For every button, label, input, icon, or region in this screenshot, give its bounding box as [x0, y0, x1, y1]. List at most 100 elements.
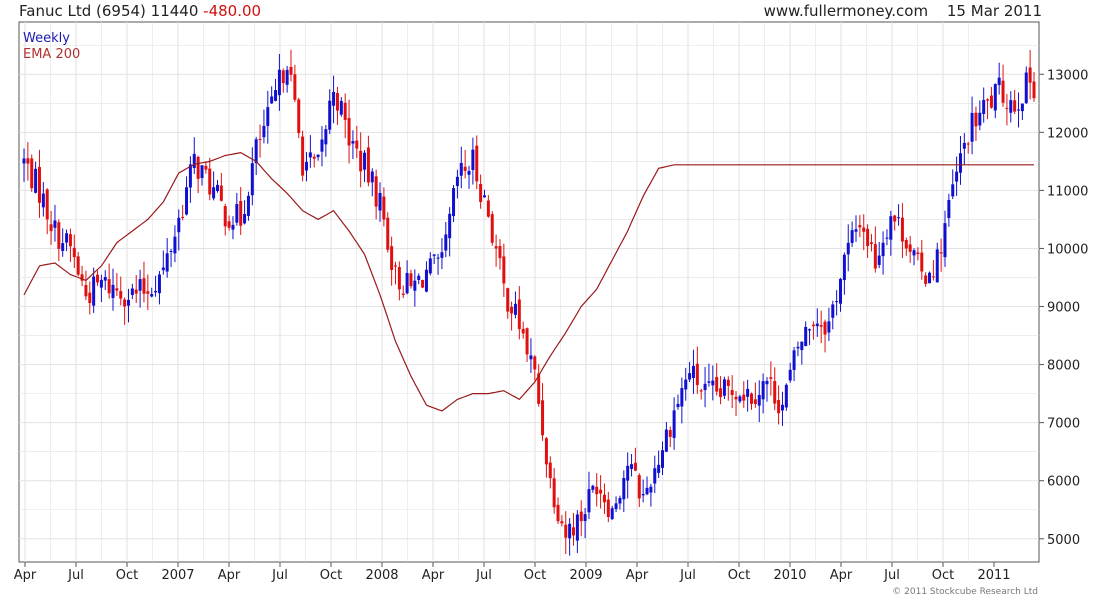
- candle-body: [560, 521, 564, 524]
- x-tick-label: Apr: [626, 568, 649, 583]
- candle-body: [513, 303, 517, 315]
- candle-body: [974, 112, 978, 127]
- y-axis: 5000 6000 7000 8000 9000 10000 11000 12000 13000: [1039, 68, 1088, 548]
- candle-body: [695, 363, 699, 386]
- candle-body: [65, 233, 69, 243]
- candle-body: [401, 293, 405, 295]
- candle-body: [691, 365, 695, 378]
- candle-body: [200, 165, 204, 179]
- candle-body: [297, 99, 301, 134]
- candle-body: [467, 170, 471, 175]
- candle-body: [823, 321, 827, 335]
- candle-body: [76, 256, 80, 275]
- candle-body: [661, 450, 665, 468]
- candle-body: [37, 167, 41, 203]
- candle-body: [726, 379, 730, 386]
- candle-body: [529, 355, 533, 360]
- candle-body: [138, 279, 142, 291]
- candle-body: [324, 129, 328, 145]
- candle-body: [363, 152, 367, 170]
- candle-body: [173, 236, 177, 254]
- candle-body: [223, 206, 227, 227]
- candle-body: [231, 224, 235, 230]
- candle-body: [653, 468, 657, 484]
- candle-body: [351, 141, 355, 144]
- candle-body: [126, 299, 130, 306]
- candle-body: [792, 350, 796, 370]
- candle-body: [966, 143, 970, 145]
- candle-body: [866, 228, 870, 247]
- candle-body: [246, 195, 250, 216]
- candle-body: [962, 142, 966, 149]
- candle-body: [250, 163, 254, 196]
- candle-body: [378, 192, 382, 211]
- candle-body: [784, 384, 788, 408]
- candle-body: [212, 187, 216, 199]
- candle-body: [123, 299, 127, 307]
- candle-body: [34, 168, 38, 193]
- candle-body: [521, 328, 525, 334]
- candle-body: [382, 196, 386, 220]
- candle-body: [436, 257, 440, 259]
- candle-body: [130, 288, 134, 295]
- candle-body: [808, 329, 812, 331]
- candle-body: [417, 275, 421, 281]
- candle-body: [92, 276, 96, 306]
- x-tick-label: Apr: [14, 568, 37, 583]
- candle-body: [815, 323, 819, 327]
- candle-body: [22, 158, 26, 164]
- candle-body: [970, 112, 974, 142]
- candle-body: [664, 429, 668, 452]
- x-tick-label: Jul: [67, 568, 84, 583]
- candle-body: [219, 185, 223, 201]
- candle-body: [993, 84, 997, 111]
- candle-body: [215, 184, 219, 192]
- candle-body: [266, 107, 270, 126]
- candle-body: [912, 250, 916, 256]
- candle-body: [707, 381, 711, 383]
- candle-body: [753, 399, 757, 404]
- candle-body: [719, 388, 723, 398]
- candle-body: [633, 462, 637, 471]
- candle-body: [96, 274, 100, 283]
- candle-body: [243, 213, 247, 224]
- legend-ema: EMA 200: [23, 47, 80, 62]
- candle-body: [475, 145, 479, 182]
- candle-body: [568, 523, 572, 539]
- price-chart: 5000 6000 7000 8000 9000 10000 11000 12000 13000…: [14, 21, 1088, 583]
- x-axis: Apr Jul Oct 2007 Apr Jul Oct 2008 Apr Jul Oct 2009 A…: [14, 562, 1011, 583]
- candle-body: [788, 369, 792, 381]
- candle-body: [1020, 103, 1024, 112]
- x-tick-label: Apr: [218, 568, 241, 583]
- candle-body: [885, 237, 889, 239]
- candle-body: [188, 164, 192, 188]
- candle-body: [498, 246, 502, 259]
- candle-body: [119, 291, 123, 299]
- candle-body: [328, 100, 332, 130]
- candle-body: [53, 220, 57, 228]
- candle-body: [920, 252, 924, 272]
- candle-body: [780, 404, 784, 411]
- candle-body: [916, 252, 920, 255]
- candle-body: [154, 290, 158, 293]
- candle-body: [734, 396, 738, 400]
- candle-body: [777, 400, 781, 414]
- candle-body: [811, 324, 815, 327]
- candle-body: [839, 278, 843, 304]
- candle-body: [869, 242, 873, 244]
- x-tick-label: Jul: [883, 568, 900, 583]
- candle-body: [347, 118, 351, 146]
- candle-body: [274, 90, 278, 101]
- candle-body: [444, 234, 448, 251]
- candle-body: [45, 189, 49, 220]
- candle-body: [618, 497, 622, 504]
- candle-body: [26, 158, 30, 164]
- candle-body: [428, 258, 432, 274]
- x-tick-label: Oct: [320, 568, 342, 583]
- candle-body: [873, 244, 877, 269]
- candle-body: [374, 176, 378, 207]
- candle-body: [1005, 107, 1009, 109]
- candle-body: [107, 279, 111, 294]
- candle-body: [455, 176, 459, 186]
- candle-body: [668, 430, 672, 437]
